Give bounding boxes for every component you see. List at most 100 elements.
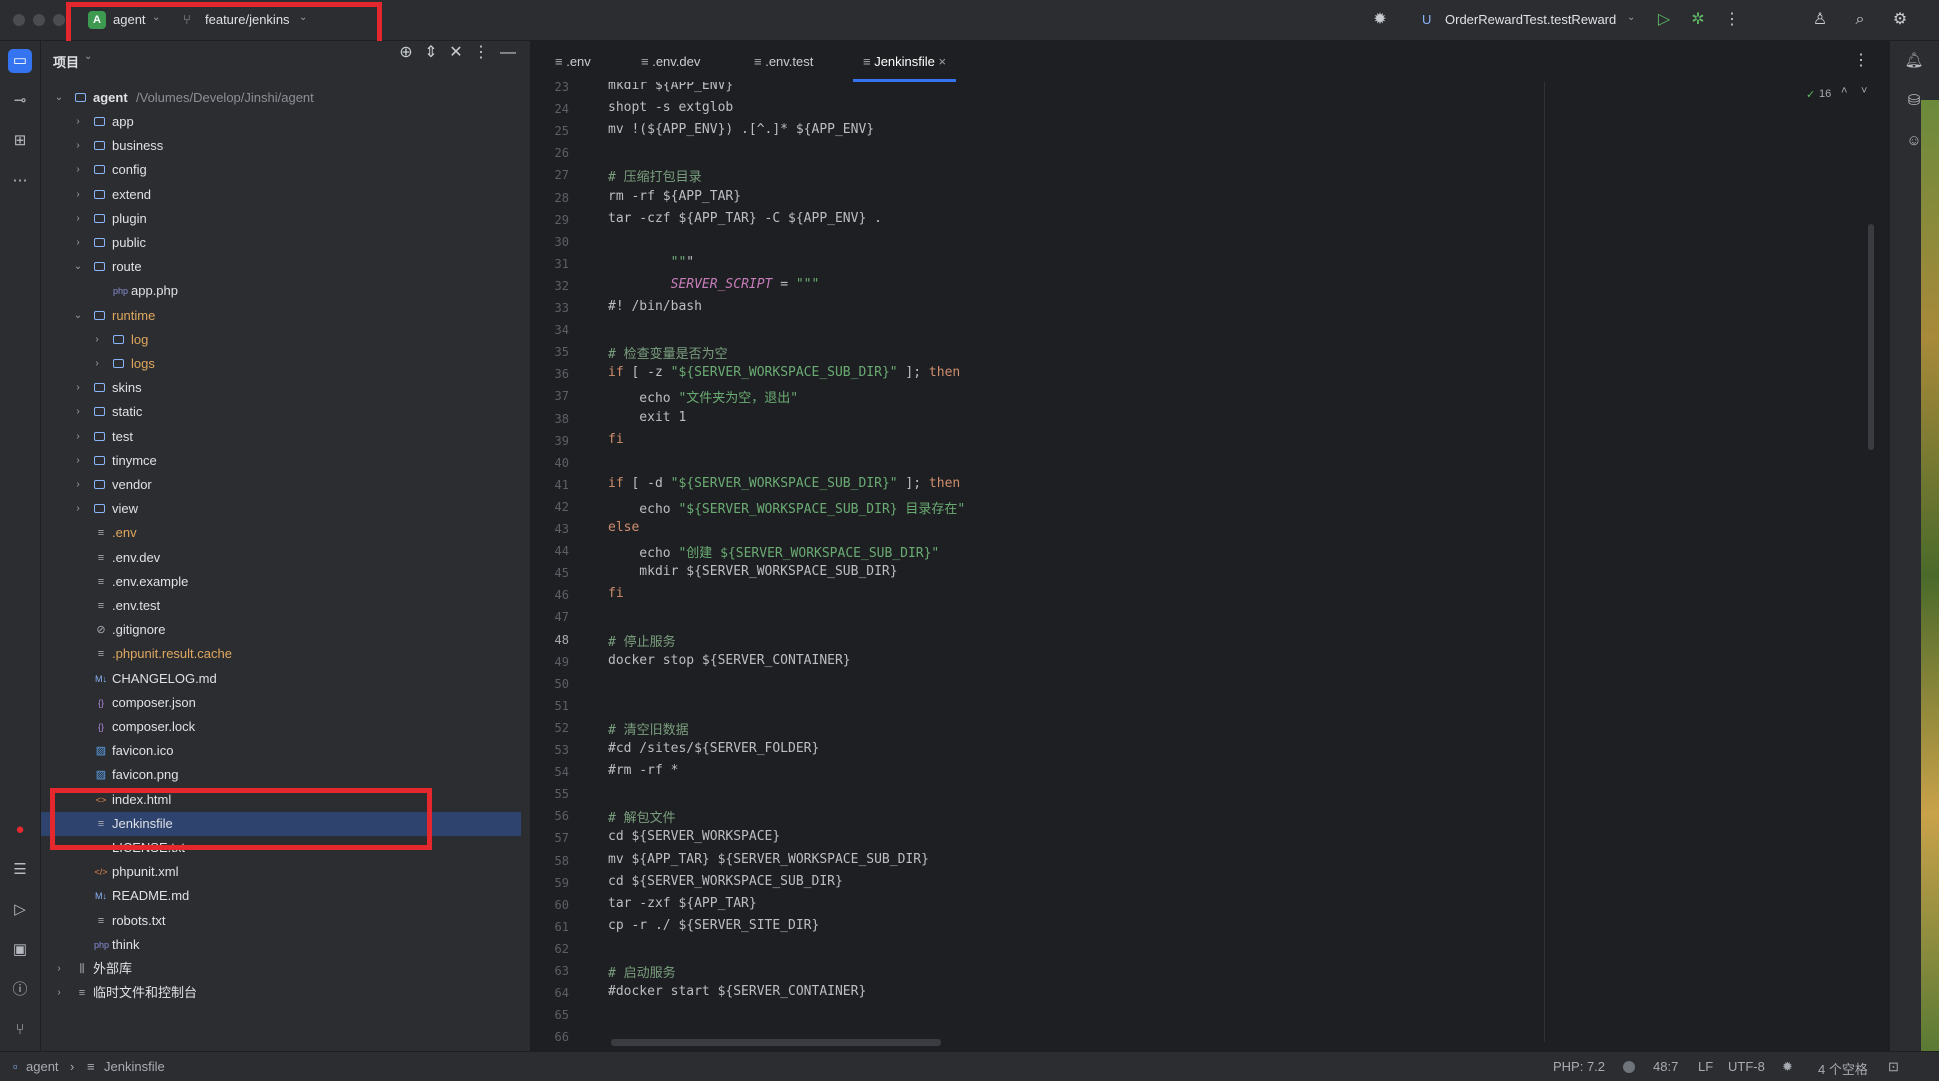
tree-file[interactable]: php app.php <box>41 279 521 303</box>
chevron-right-icon[interactable]: › <box>72 183 84 207</box>
tree-folder[interactable]: › skins <box>41 376 521 400</box>
vertical-scrollbar[interactable] <box>1868 224 1874 450</box>
chevron-right-icon[interactable]: › <box>91 328 103 352</box>
tree-folder[interactable]: › vendor <box>41 473 521 497</box>
file-encoding[interactable]: UTF-8 <box>1728 1059 1765 1074</box>
bug-report-icon[interactable]: ● <box>8 818 32 842</box>
tree-folder[interactable]: › view <box>41 497 521 521</box>
tree-folder[interactable]: › public <box>41 231 521 255</box>
hide-panel-icon[interactable]: — <box>498 43 518 63</box>
lock-icon[interactable]: ⊡ <box>1888 1059 1899 1075</box>
add-user-icon[interactable]: ♙ <box>1810 10 1830 30</box>
inspection-check-icon[interactable]: ✓ <box>1806 88 1815 101</box>
tree-extra-root[interactable]: › ⫼ 外部库 <box>41 957 521 981</box>
structure-icon[interactable]: ⊞ <box>8 129 32 153</box>
tree-folder[interactable]: › static <box>41 400 521 424</box>
tree-extra-root[interactable]: › ≡ 临时文件和控制台 <box>41 981 521 1005</box>
more-actions-icon[interactable]: ⋮ <box>1722 10 1742 30</box>
prev-highlight-icon[interactable]: ˄ <box>1841 85 1847 97</box>
close-tab-icon[interactable]: × <box>935 54 947 69</box>
status-indicator-icon[interactable] <box>1623 1061 1635 1073</box>
tree-file[interactable]: ≡ .env.dev <box>41 546 521 570</box>
tree-file[interactable]: ≡ .phpunit.result.cache <box>41 642 521 666</box>
tab-jenkinsfile[interactable]: ≡ Jenkinsfile × <box>853 41 957 82</box>
problems-icon[interactable]: ⓘ <box>8 978 32 1002</box>
close-window-button[interactable] <box>13 14 25 26</box>
tree-file[interactable]: <> index.html <box>41 788 521 812</box>
tree-file[interactable]: php think <box>41 933 521 957</box>
run-icon[interactable]: ▷ <box>1654 10 1674 30</box>
terminal-icon[interactable]: ▣ <box>8 938 32 962</box>
tree-folder[interactable]: › test <box>41 425 521 449</box>
notifications-bell-icon[interactable]: 🔔︎ <box>1902 49 1926 73</box>
debug-icon[interactable]: ✲ <box>1688 10 1708 30</box>
chevron-right-icon[interactable]: › <box>72 400 84 424</box>
indent-setting[interactable]: 4 个空格 <box>1818 1059 1868 1078</box>
chevron-down-icon[interactable]: ⌄ <box>72 304 84 328</box>
collapse-all-icon[interactable]: ✕ <box>446 43 466 63</box>
tree-file[interactable]: ≡ Jenkinsfile <box>41 811 521 836</box>
chevron-right-icon[interactable]: › <box>72 473 84 497</box>
tree-file[interactable]: M↓ README.md <box>41 884 521 908</box>
tab-options-icon[interactable]: ⋮ <box>1851 51 1871 71</box>
tree-folder[interactable]: › plugin <box>41 207 521 231</box>
tree-folder[interactable]: ⌄ runtime <box>41 304 521 328</box>
chevron-right-icon[interactable]: › <box>72 134 84 158</box>
caret-position[interactable]: 48:7 <box>1653 1059 1678 1074</box>
bug-status-icon[interactable]: ✹ <box>1782 1059 1793 1075</box>
project-folder-icon[interactable]: ▭ <box>8 49 32 73</box>
tree-folder[interactable]: ⌄ route <box>41 255 521 279</box>
tree-file[interactable]: ≡ robots.txt <box>41 909 521 933</box>
tree-file[interactable]: ▨ favicon.ico <box>41 739 521 763</box>
chevron-right-icon[interactable]: › <box>72 449 84 473</box>
settings-gear-icon[interactable]: ⚙ <box>1890 10 1910 30</box>
commit-icon[interactable]: ⊸ <box>8 89 32 113</box>
tree-file[interactable]: ≡ LICENSE.txt <box>41 836 521 860</box>
chevron-right-icon[interactable]: › <box>91 352 103 376</box>
tree-file[interactable]: ≡ .env.example <box>41 570 521 594</box>
tree-file[interactable]: {} composer.lock <box>41 715 521 739</box>
code-editor[interactable]: ✓ 16 ˄ ˅ 23 mkdir ${APP_ENV} 24 shopt -s ex… <box>531 82 1888 1051</box>
chevron-right-icon[interactable]: › <box>72 231 84 255</box>
chevron-right-icon[interactable]: › <box>72 207 84 231</box>
tree-file[interactable]: M↓ CHANGELOG.md <box>41 667 521 691</box>
tree-folder[interactable]: › extend <box>41 183 521 207</box>
next-highlight-icon[interactable]: ˅ <box>1861 85 1867 97</box>
tree-folder[interactable]: › log <box>41 328 521 352</box>
tree-folder[interactable]: › business <box>41 134 521 158</box>
tree-folder[interactable]: › tinymce <box>41 449 521 473</box>
tab-env-test[interactable]: ≡ .env.test <box>744 41 823 82</box>
chevron-right-icon[interactable]: › <box>53 981 65 1005</box>
tree-root[interactable]: ⌄ agent /Volumes/Develop/Jinshi/agent <box>41 86 521 110</box>
tree-file[interactable]: ≡ .env <box>41 521 521 545</box>
chevron-right-icon[interactable]: › <box>72 425 84 449</box>
tree-file[interactable]: ⊘ .gitignore <box>41 618 521 642</box>
line-separator[interactable]: LF <box>1698 1059 1713 1074</box>
tab-env[interactable]: ≡ .env <box>545 41 601 82</box>
locate-icon[interactable]: ⊕ <box>396 43 416 63</box>
tree-file[interactable]: ▨ favicon.png <box>41 763 521 787</box>
chevron-right-icon[interactable]: › <box>72 376 84 400</box>
panel-title[interactable]: 项目 <box>53 52 79 71</box>
options-icon[interactable]: ⋮ <box>471 43 491 63</box>
tree-file[interactable]: ≡ .env.test <box>41 594 521 618</box>
chevron-right-icon[interactable]: › <box>72 158 84 182</box>
tree-folder[interactable]: › logs <box>41 352 521 376</box>
php-version[interactable]: PHP: 7.2 <box>1553 1059 1605 1074</box>
minimize-window-button[interactable] <box>33 14 45 26</box>
zoom-window-button[interactable] <box>53 14 65 26</box>
expand-all-icon[interactable]: ⇕ <box>421 43 441 63</box>
chevron-right-icon[interactable]: › <box>72 110 84 134</box>
chevron-right-icon[interactable]: › <box>53 957 65 981</box>
more-tools-icon[interactable]: ⋯ <box>8 169 32 193</box>
tree-folder[interactable]: › app <box>41 110 521 134</box>
list-icon[interactable]: ☰ <box>8 858 32 882</box>
debug-bug-icon[interactable]: ✹ <box>1370 10 1390 30</box>
tab-env-dev[interactable]: ≡ .env.dev <box>631 41 710 82</box>
breadcrumb-root[interactable]: agent <box>26 1059 59 1074</box>
horizontal-scrollbar[interactable] <box>611 1039 941 1046</box>
chevron-down-icon[interactable]: ⌄ <box>72 255 84 279</box>
breadcrumb-file[interactable]: Jenkinsfile <box>104 1059 165 1074</box>
tree-file[interactable]: </> phpunit.xml <box>41 860 521 884</box>
search-icon[interactable]: ⌕ <box>1850 10 1870 30</box>
